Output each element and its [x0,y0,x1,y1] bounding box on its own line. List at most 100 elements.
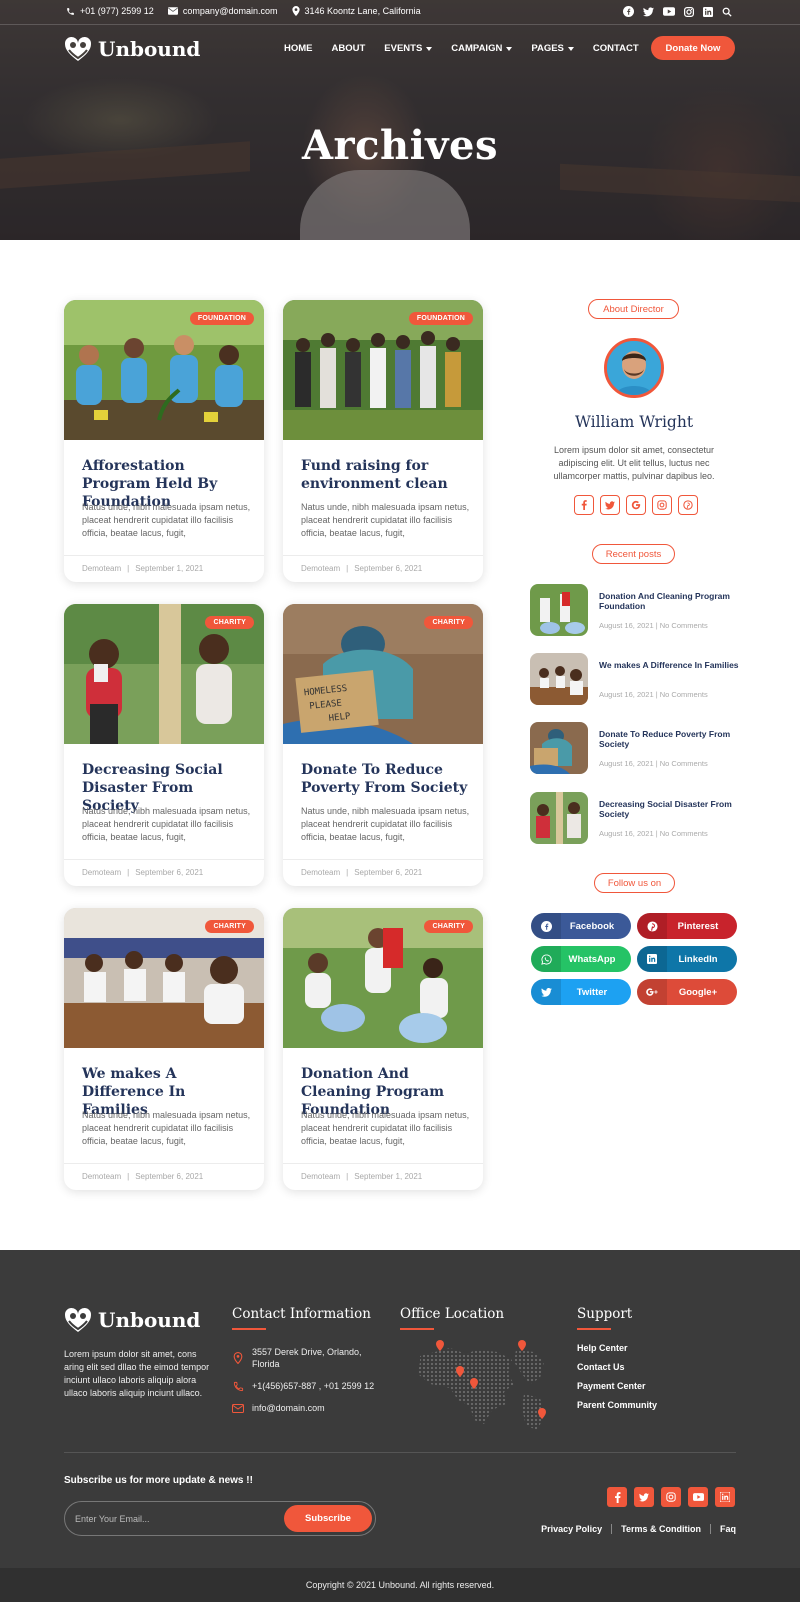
nav-item-contact[interactable]: CONTACT [593,43,639,54]
search-icon[interactable] [722,6,732,17]
category-badge[interactable]: CHARITY [205,616,254,629]
recent-post-image[interactable] [530,722,588,774]
facebook-icon[interactable] [574,495,594,515]
instagram-icon[interactable] [684,6,694,17]
support-link-contact-us[interactable]: Contact Us [577,1362,625,1372]
recent-post-image[interactable] [530,584,588,636]
post-card[interactable]: FOUNDATION Fund raising for environment … [283,300,483,582]
share-label: LinkedIn [678,953,718,965]
support-link-payment-center[interactable]: Payment Center [577,1381,646,1391]
nav-label: EVENTS [384,43,423,54]
category-badge[interactable]: FOUNDATION [189,312,254,325]
director-bio: Lorem ipsum dolor sit amet, consectetur … [553,445,715,481]
google-icon[interactable] [626,495,646,515]
recent-post-item[interactable]: Donation And Cleaning Program Foundation… [530,584,750,636]
terms-condition-link[interactable]: Terms & Condition [611,1524,710,1534]
support-link-help-center[interactable]: Help Center [577,1343,628,1353]
main-navbar: Unbound HOME ABOUT EVENTS CAMPAIGN PAGES… [0,32,800,66]
twitter-share-button[interactable]: Twitter [531,979,631,1005]
nav-item-pages[interactable]: PAGES [531,43,574,54]
recent-post-title[interactable]: Donation And Cleaning Program Foundation [599,591,749,611]
post-title[interactable]: Donate To Reduce Poverty From Society [301,761,471,797]
nav-label: ABOUT [331,43,366,54]
recent-post-title[interactable]: Donate To Reduce Poverty From Society [599,729,749,749]
nav-item-about[interactable]: ABOUT [332,43,366,54]
linkedin-icon[interactable] [715,1487,735,1507]
youtube-icon[interactable] [663,6,675,17]
post-author[interactable]: Demoteam [301,564,340,573]
footer-logo[interactable]: Unbound [64,1306,200,1334]
subscribe-form: Subscribe [64,1501,376,1536]
instagram-icon[interactable] [661,1487,681,1507]
recent-post-comments[interactable]: No Comments [660,690,708,699]
office-location-map[interactable] [406,1338,552,1439]
director-name: William Wright [574,413,694,431]
nav-item-home[interactable]: HOME [284,43,313,54]
post-date[interactable]: September 1, 2021 [354,1172,422,1181]
recent-post-title[interactable]: Decreasing Social Disaster From Society [599,799,749,819]
facebook-icon[interactable] [607,1487,627,1507]
recent-post-image[interactable] [530,792,588,844]
post-card[interactable]: HOMELESS PLEASE HELP CHARITY Donate To Red… [283,604,483,886]
post-date[interactable]: September 6, 2021 [354,868,422,877]
recent-post-meta: August 16, 2021 | No Comments [599,621,708,630]
post-author[interactable]: Demoteam [82,868,121,877]
post-date[interactable]: September 6, 2021 [135,868,203,877]
facebook-share-button[interactable]: Facebook [531,913,631,939]
faq-link[interactable]: Faq [709,1524,736,1534]
post-author[interactable]: Demoteam [82,564,121,573]
post-date[interactable]: September 1, 2021 [135,564,203,573]
post-author[interactable]: Demoteam [82,1172,121,1181]
donate-now-button[interactable]: Donate Now [651,36,735,60]
hero-photo-child [300,170,470,240]
recent-post-image[interactable] [530,653,588,705]
topbar-phone[interactable]: +01 (977) 2599 12 [66,6,154,16]
recent-post-title[interactable]: We makes A Difference In Families [599,660,749,670]
contact-email[interactable]: info@domain.com [232,1402,377,1414]
post-card[interactable]: FOUNDATION Afforestation Program Held By… [64,300,264,582]
topbar-social [623,6,732,17]
share-label: WhatsApp [568,953,616,965]
category-badge[interactable]: CHARITY [205,920,254,933]
instagram-icon[interactable] [652,495,672,515]
recent-post-item[interactable]: Decreasing Social Disaster From Society … [530,792,750,844]
subscribe-button[interactable]: Subscribe [284,1505,372,1532]
topbar-email[interactable]: company@domain.com [167,6,278,16]
recent-post-comments[interactable]: No Comments [660,759,708,768]
twitter-icon[interactable] [643,6,654,17]
recent-post-comments[interactable]: No Comments [660,829,708,838]
mail-icon [167,7,178,15]
post-card[interactable]: CHARITY Donation And Cleaning Program Fo… [283,908,483,1190]
pinterest-share-button[interactable]: Pinterest [637,913,737,939]
category-badge[interactable]: CHARITY [424,616,473,629]
twitter-icon[interactable] [634,1487,654,1507]
post-title[interactable]: Fund raising for environment clean [301,457,471,493]
linkedin-icon[interactable] [703,6,713,17]
category-badge[interactable]: CHARITY [424,920,473,933]
whatsapp-share-button[interactable]: WhatsApp [531,946,631,972]
post-card[interactable]: CHARITY Decreasing Social Disaster From … [64,604,264,886]
recent-post-item[interactable]: We makes A Difference In Families August… [530,653,750,705]
facebook-icon[interactable] [623,6,634,17]
category-badge[interactable]: FOUNDATION [408,312,473,325]
post-date[interactable]: September 6, 2021 [135,1172,203,1181]
post-author[interactable]: Demoteam [301,868,340,877]
recent-post-comments[interactable]: No Comments [660,621,708,630]
pinterest-icon[interactable] [678,495,698,515]
post-author[interactable]: Demoteam [301,1172,340,1181]
nav-item-campaign[interactable]: CAMPAIGN [451,43,513,54]
post-card[interactable]: CHARITY We makes A Difference In Familie… [64,908,264,1190]
youtube-icon[interactable] [688,1487,708,1507]
subscribe-email-input[interactable] [75,1509,265,1529]
support-link-parent-community[interactable]: Parent Community [577,1400,657,1410]
privacy-policy-link[interactable]: Privacy Policy [532,1524,611,1534]
recent-post-item[interactable]: Donate To Reduce Poverty From Society Au… [530,722,750,774]
google-plus-share-button[interactable]: Google+ [637,979,737,1005]
twitter-icon[interactable] [600,495,620,515]
linkedin-share-button[interactable]: LinkedIn [637,946,737,972]
director-avatar [604,338,664,398]
post-date[interactable]: September 6, 2021 [354,564,422,573]
nav-item-events[interactable]: EVENTS [384,43,433,54]
site-logo[interactable]: Unbound [64,35,200,63]
contact-phone[interactable]: +1(456)657-887 , +01 2599 12 [232,1380,377,1392]
